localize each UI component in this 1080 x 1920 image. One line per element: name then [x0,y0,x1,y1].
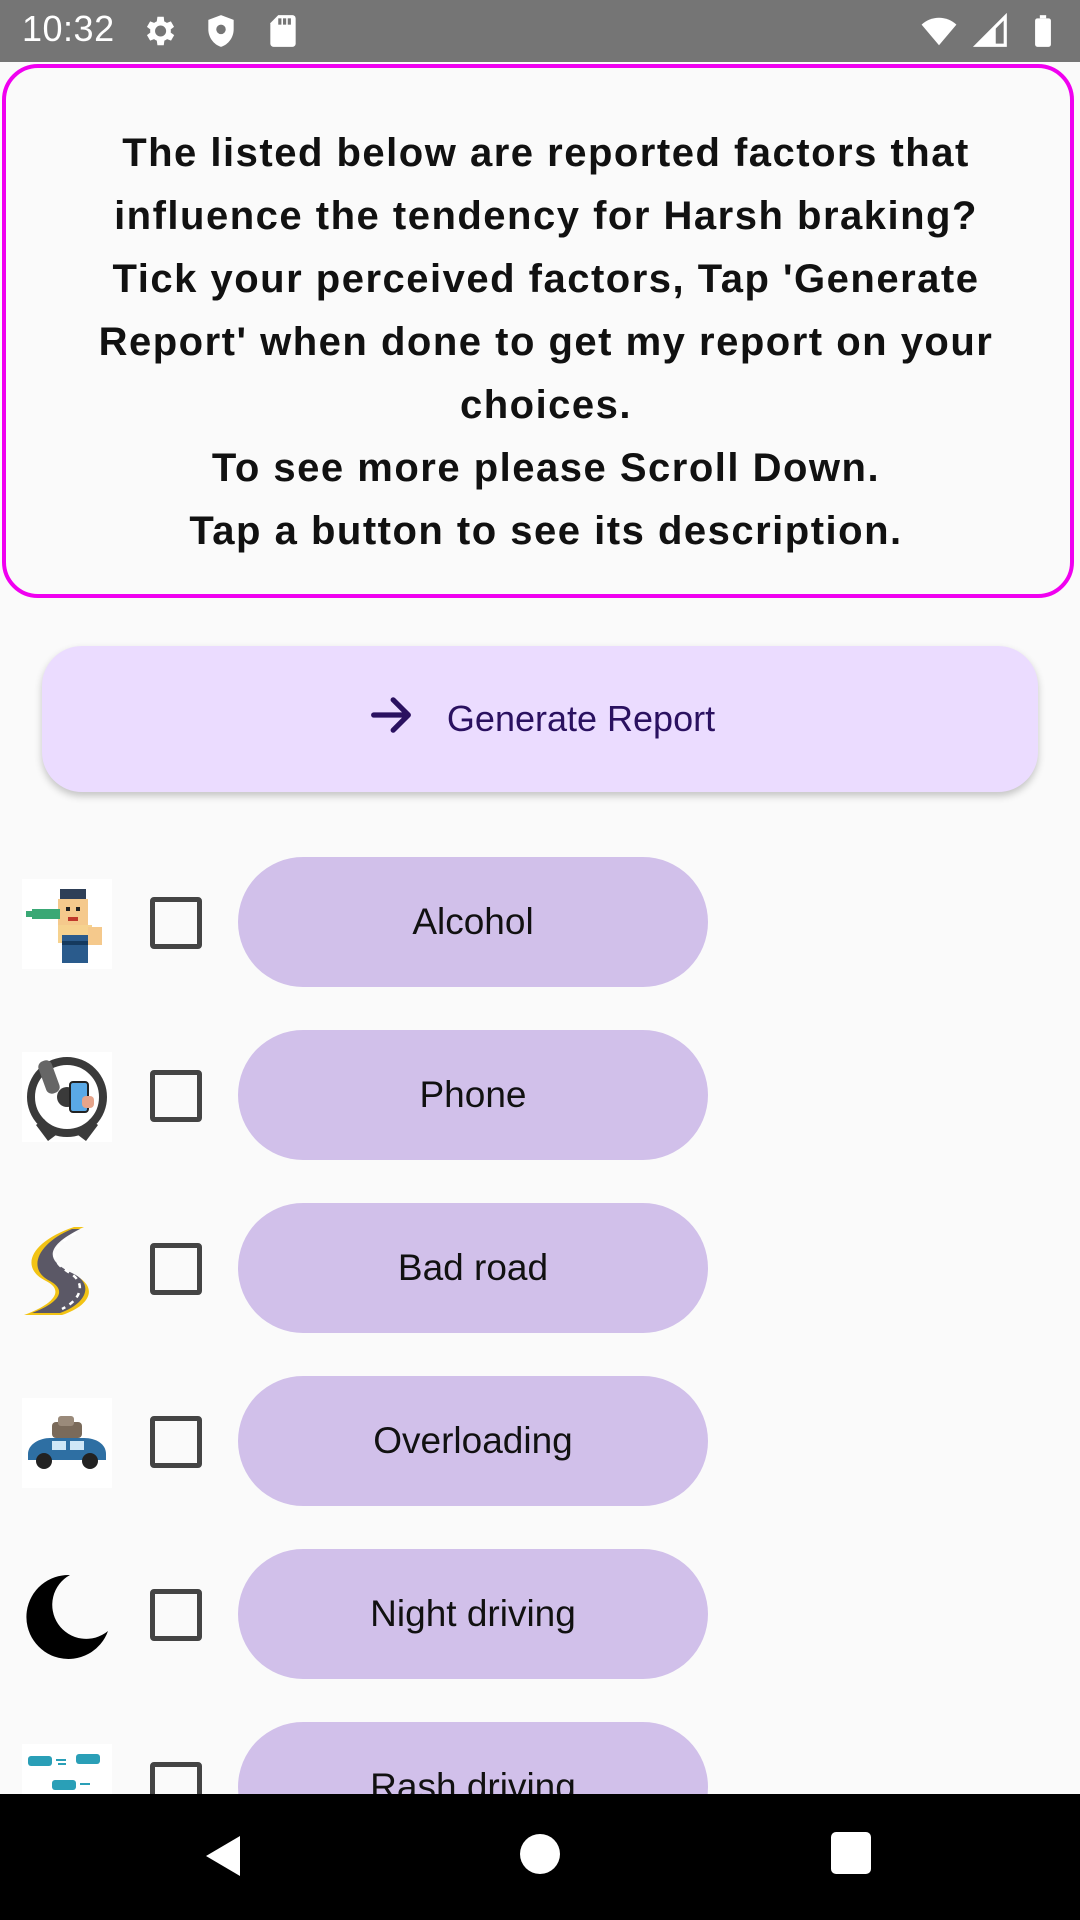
recents-icon[interactable] [831,1832,871,1874]
factor-row-bad-road: Bad road [0,1203,1080,1333]
phone-while-driving-icon [22,1052,112,1142]
factor-row-alcohol: Alcohol [0,857,1080,987]
factor-checkbox-night-driving[interactable] [150,1589,202,1641]
factor-label: Overloading [373,1420,573,1461]
navigation-bar [0,1794,1080,1920]
arrow-right-icon [365,689,417,750]
shield-icon [202,12,240,50]
generate-report-button[interactable]: Generate Report [42,646,1038,792]
sd-card-icon [264,12,302,50]
drinking-man-icon [22,879,112,969]
factor-row-night-driving: Night driving [0,1549,1080,1679]
back-icon[interactable] [204,1834,248,1883]
overloaded-car-icon [22,1398,112,1488]
generate-report-label: Generate Report [446,698,716,739]
factor-row-overloading: Overloading [0,1376,1080,1506]
wifi-icon [920,12,958,50]
status-time: 10:32 [22,8,115,49]
factor-checkbox-bad-road[interactable] [150,1243,202,1295]
home-icon[interactable] [520,1834,560,1874]
status-left-icons [140,12,302,50]
settings-icon [140,12,178,50]
factor-label: Alcohol [412,901,534,942]
factor-checkbox-overloading[interactable] [150,1416,202,1468]
factor-checkbox-alcohol[interactable] [150,897,202,949]
factor-label: Night driving [370,1593,576,1634]
factor-button-overloading[interactable]: Overloading [238,1376,708,1506]
signal-icon [972,12,1010,50]
factor-label: Bad road [397,1247,549,1288]
factor-row-phone: Phone [0,1030,1080,1160]
moon-icon [22,1571,112,1661]
factor-checkbox-phone[interactable] [150,1070,202,1122]
factor-button-phone[interactable]: Phone [238,1030,708,1160]
factor-label: Phone [419,1074,527,1115]
winding-road-icon [22,1225,112,1315]
factor-button-night-driving[interactable]: Night driving [238,1549,708,1679]
instruction-text: The listed below are reported factors th… [98,131,994,553]
factor-button-alcohol[interactable]: Alcohol [238,857,708,987]
status-bar: 10:32 [0,0,1080,62]
status-right-icons [920,12,1062,50]
instruction-card: The listed below are reported factors th… [2,64,1074,598]
battery-icon [1024,12,1062,50]
factor-button-bad-road[interactable]: Bad road [238,1203,708,1333]
